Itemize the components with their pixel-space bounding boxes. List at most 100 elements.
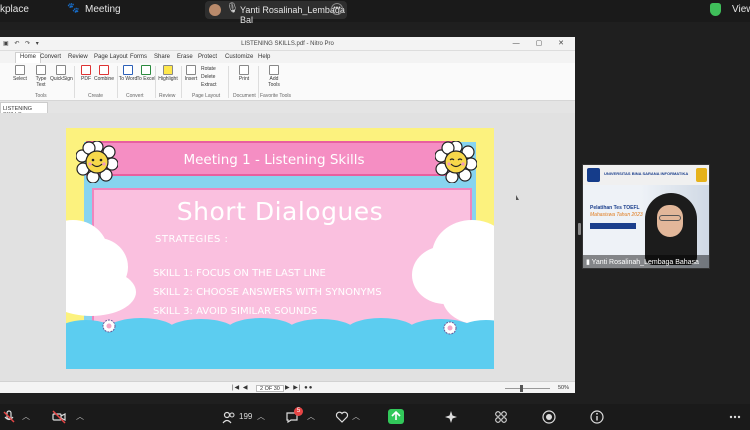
rotate-button[interactable]: Rotate (201, 66, 216, 72)
paw-icon: 🐾 (67, 3, 80, 14)
chevron-up-icon[interactable]: ︿ (257, 411, 265, 422)
microphone-muted-icon[interactable] (2, 410, 16, 424)
small-flower-icon (443, 321, 457, 335)
tab-home[interactable]: Home (15, 52, 42, 63)
chevron-up-icon[interactable]: ︿ (307, 411, 315, 422)
insert-page-icon (186, 65, 196, 75)
tab-forms[interactable]: Forms (130, 54, 147, 60)
share-screen-button[interactable] (388, 409, 404, 424)
first-prev-page-icons[interactable]: |◀ ◀ (232, 384, 248, 391)
print-button[interactable]: Print (234, 65, 254, 82)
scrollbar[interactable] (578, 223, 581, 235)
group-document-label: Document (233, 93, 256, 99)
combine-icon (99, 65, 109, 75)
tab-erase[interactable]: Erase (177, 54, 193, 60)
add-tools-icon (269, 65, 279, 75)
ai-sparkle-icon[interactable] (444, 410, 458, 424)
more-icon[interactable] (728, 410, 742, 424)
ribbon-separator (258, 66, 259, 98)
shield-icon[interactable] (710, 3, 721, 16)
group-page-layout-label: Page Layout (192, 93, 221, 99)
window-controls[interactable]: — ▢ ✕ (513, 39, 571, 47)
page-indicator[interactable]: 2 OF 30 (256, 385, 284, 392)
app-title-bar: ▣ ↶ ↷ ▾ LISTENING SKILLS.pdf - Nitro Pro… (0, 37, 575, 51)
participants-count: 199 (239, 412, 253, 421)
glasses-icon (659, 215, 681, 221)
chevron-up-icon[interactable]: ︿ (76, 411, 84, 422)
tab-share[interactable]: Share (154, 54, 170, 60)
meeting-label[interactable]: Meeting (85, 4, 121, 15)
delete-button[interactable]: Delete (201, 74, 215, 80)
zoom-slider-knob[interactable] (520, 385, 523, 392)
type-text-button[interactable]: Type Text (31, 65, 51, 88)
tab-help[interactable]: Help (258, 54, 270, 60)
reactions-heart-icon[interactable] (335, 410, 349, 424)
group-favorite-tools-label: Favorite Tools (260, 93, 292, 99)
info-icon[interactable] (590, 410, 604, 424)
slide-title: Short Dialogues (176, 197, 384, 226)
extract-button[interactable]: Extract (201, 82, 217, 88)
tab-customize[interactable]: Customize (225, 54, 253, 60)
active-speaker-pill[interactable]: 🎙 Yanti Rosalinah_Lembaga Bal ••• (205, 1, 347, 25)
participant-name: ▮ Yanti Rosalinah_Lembaga Bahasa (583, 255, 709, 268)
zoom-level: 50% (558, 385, 570, 391)
quicksign-button[interactable]: QuickSign (50, 65, 73, 82)
university-name: UNIVERSITAS BINA SARANA INFORMATIKA (604, 171, 689, 176)
ribbon-separator (74, 66, 75, 98)
meeting-window: kplace 🐾 Meeting 🎙 Yanti Rosalinah_Lemba… (0, 0, 750, 430)
highlight-button[interactable]: Highlight (156, 65, 180, 82)
view-button[interactable]: View (732, 4, 750, 15)
tab-page-layout[interactable]: Page Layout (94, 54, 128, 60)
tab-protect[interactable]: Protect (198, 54, 217, 60)
chevron-up-icon[interactable]: ︿ (352, 411, 360, 422)
participants-icon[interactable] (222, 410, 236, 424)
chat-badge: 5 (294, 407, 303, 416)
speaker-avatar (209, 4, 221, 16)
print-icon (239, 65, 249, 75)
pdf-icon (81, 65, 91, 75)
next-last-page-icons[interactable]: ▶ ▶| ●● (285, 384, 313, 391)
smiley-flower-icon (435, 141, 477, 183)
skill-2: SKILL 2: CHOOSE ANSWERS WITH SYNONYMS (153, 287, 382, 298)
tab-review[interactable]: Review (68, 54, 88, 60)
to-excel-button[interactable]: To Excel (136, 65, 156, 82)
microphone-icon: 🎙 (226, 3, 239, 14)
strategies-label: STRATEGIES : (155, 234, 229, 245)
meeting-top-bar: kplace 🐾 Meeting 🎙 Yanti Rosalinah_Lemba… (0, 0, 750, 25)
video-off-icon[interactable] (52, 410, 66, 424)
ribbon: Select Type Text QuickSign Tools PDF Com… (0, 63, 575, 101)
document-tab-strip: LISTENING SKILLS (0, 101, 575, 118)
participant-name-text: Yanti Rosalinah_Lembaga Bahasa (591, 259, 699, 266)
video-banner: UNIVERSITAS BINA SARANA INFORMATIKA (583, 165, 709, 185)
excel-icon (141, 65, 151, 75)
group-tools-label: Tools (35, 93, 47, 99)
more-options-icon[interactable]: ••• (331, 3, 343, 15)
add-tools-button[interactable]: Add Tools (264, 65, 284, 88)
to-word-button[interactable]: To Word (118, 65, 138, 82)
zoom-slider[interactable] (505, 388, 550, 389)
smiley-flower-icon (76, 141, 118, 183)
meeting-toolbar: ︿ ︿ 199 ︿ 5 ︿ ︿ (0, 404, 750, 430)
record-icon[interactable] (542, 410, 556, 424)
tab-convert[interactable]: Convert (40, 54, 61, 60)
combine-button[interactable]: Combine (92, 65, 116, 82)
video-caption-line-1: Pelatihan Tes TOEFL (590, 205, 640, 211)
slide-header-band: Meeting 1 - Listening Skills (86, 141, 458, 176)
institute-logo-icon (696, 168, 707, 182)
participant-video-tile[interactable]: UNIVERSITAS BINA SARANA INFORMATIKA Pela… (582, 164, 710, 269)
select-button[interactable]: Select (10, 65, 30, 82)
insert-button[interactable]: Insert (181, 65, 201, 82)
word-icon (123, 65, 133, 75)
group-review-label: Review (159, 93, 176, 99)
apps-icon[interactable] (494, 410, 508, 424)
video-caption-line-2: Mahasiswa Tahun 2023 (590, 212, 643, 218)
slide-header: Meeting 1 - Listening Skills (183, 152, 365, 168)
text-icon (36, 65, 46, 75)
window-title: LISTENING SKILLS.pdf - Nitro Pro (241, 41, 334, 47)
video-caption-bar (590, 223, 636, 229)
document-tab[interactable]: LISTENING SKILLS (0, 102, 48, 118)
group-convert-label: Convert (126, 93, 144, 99)
cursor-icon (15, 65, 25, 75)
share-arrow-icon (391, 410, 401, 420)
chevron-up-icon[interactable]: ︿ (22, 411, 30, 422)
